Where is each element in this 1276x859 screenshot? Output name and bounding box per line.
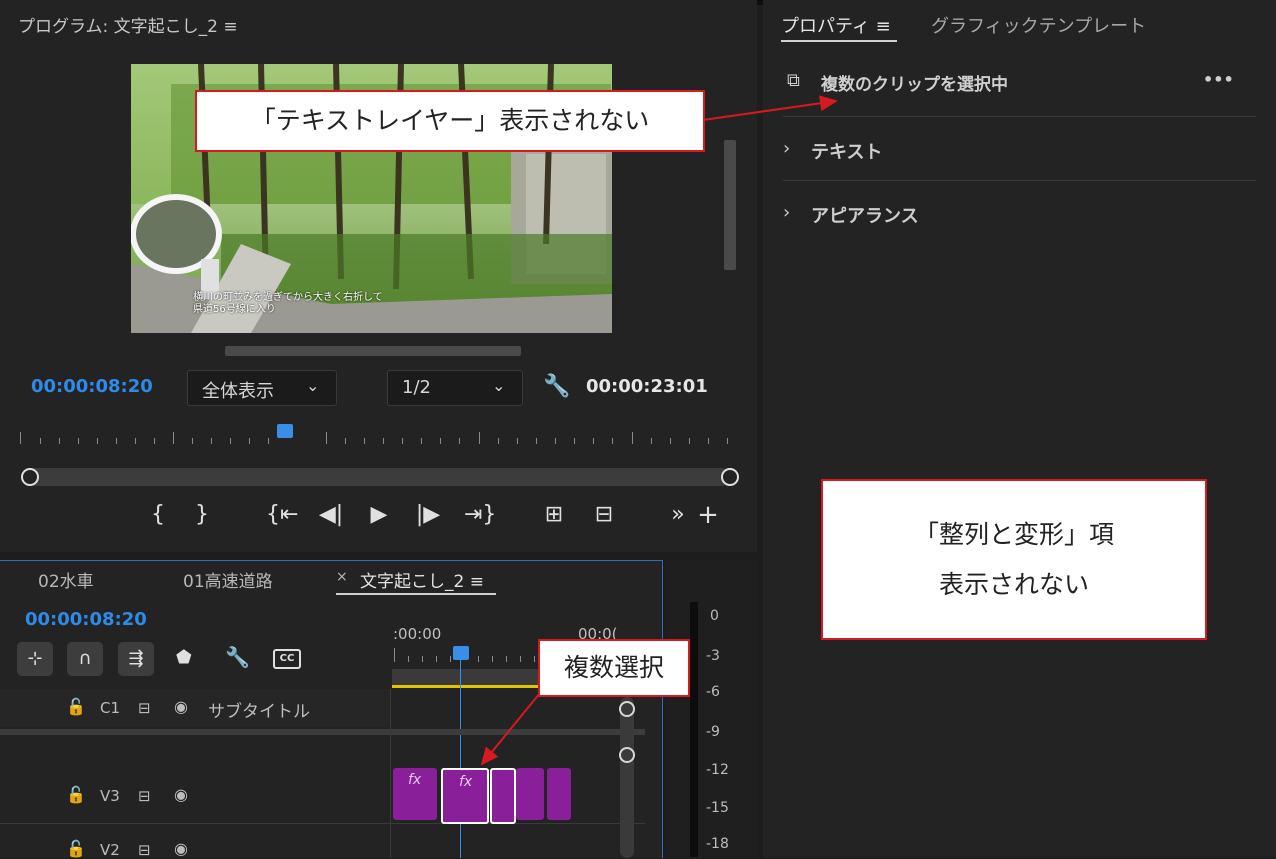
arrow-to-clips xyxy=(480,692,541,766)
callout-text-layer-text: 「テキストレイヤー」表示されない xyxy=(250,106,650,135)
callout-multi-select-text: 複数選択 xyxy=(563,653,664,682)
callout-align-line2: 表示されない xyxy=(938,570,1089,599)
callout-align-transform: 「整列と変形」項 表示されない xyxy=(821,479,1207,640)
callout-align-line1: 「整列と変形」項 xyxy=(913,520,1114,549)
callout-multi-select: 複数選択 xyxy=(538,639,690,697)
arrow-to-properties xyxy=(702,95,838,121)
callout-text-layer: 「テキストレイヤー」表示されない xyxy=(195,90,705,152)
